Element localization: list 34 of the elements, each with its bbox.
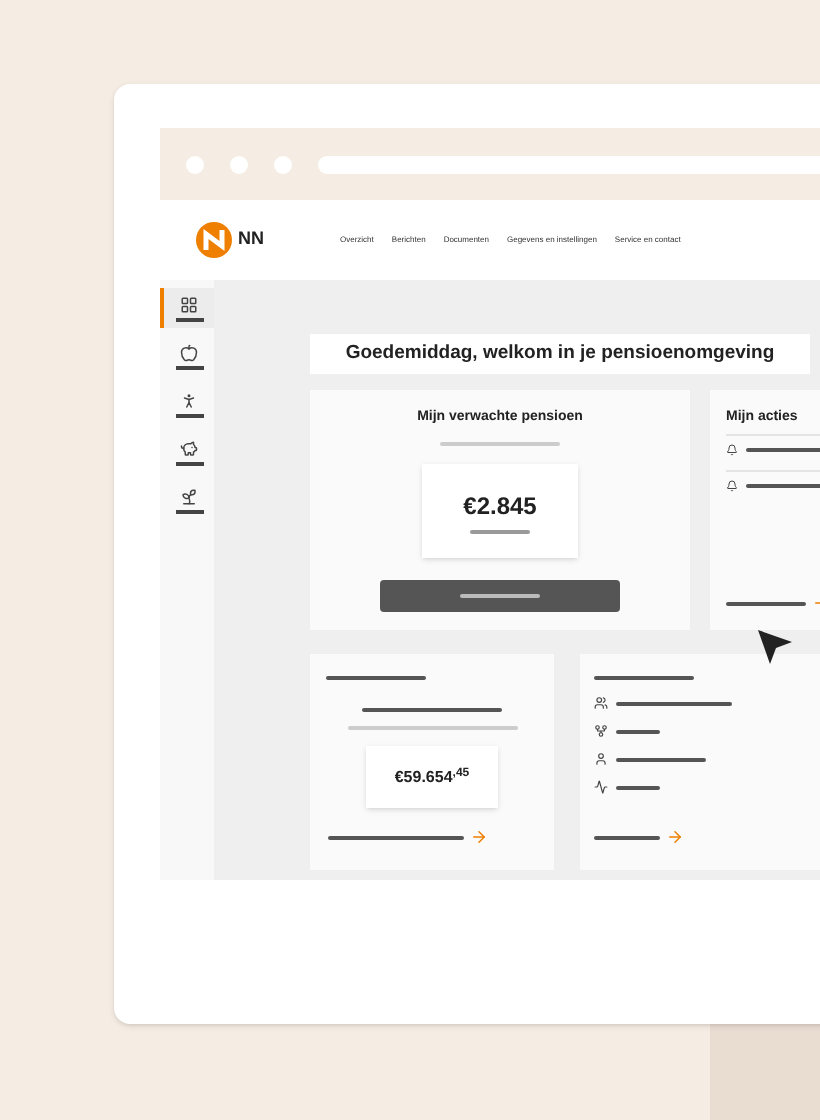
placeholder-line (726, 601, 806, 605)
placeholder-line (594, 835, 660, 839)
arrow-icon[interactable] (470, 828, 488, 846)
logo-text: NN (238, 226, 264, 253)
pulse-icon (594, 780, 608, 794)
placeholder-line (328, 835, 464, 839)
placeholder-line (616, 785, 660, 789)
placeholder-line (616, 729, 660, 733)
logo-icon (194, 220, 234, 260)
placeholder-line (440, 441, 560, 445)
arrow-icon[interactable] (666, 828, 684, 846)
placeholder-line (616, 701, 732, 705)
piggy-bank-icon (180, 439, 198, 457)
placeholder-line (362, 708, 502, 712)
placeholder-line (470, 529, 530, 533)
plant-icon (180, 487, 198, 505)
savings-amount: €59.654$^{,45}$ (394, 765, 470, 789)
apple-icon (180, 343, 198, 361)
placeholder-line (594, 676, 694, 680)
sidebar-item[interactable] (160, 288, 214, 328)
bell-icon (726, 480, 738, 492)
placeholder-line (616, 757, 706, 761)
greeting-title: Goedemiddag, welkom in je pensioenomgeving (345, 339, 775, 368)
cursor-icon (754, 626, 794, 666)
bell-icon (726, 444, 738, 456)
person-icon (594, 752, 608, 766)
grid-icon (180, 295, 198, 313)
branch-icon (594, 724, 608, 738)
people-icon (594, 696, 608, 710)
figure-icon (180, 391, 198, 409)
action-button[interactable] (380, 579, 620, 611)
pension-amount: €2.845 (463, 489, 537, 523)
placeholder-line (326, 676, 426, 680)
placeholder-line (460, 593, 540, 597)
